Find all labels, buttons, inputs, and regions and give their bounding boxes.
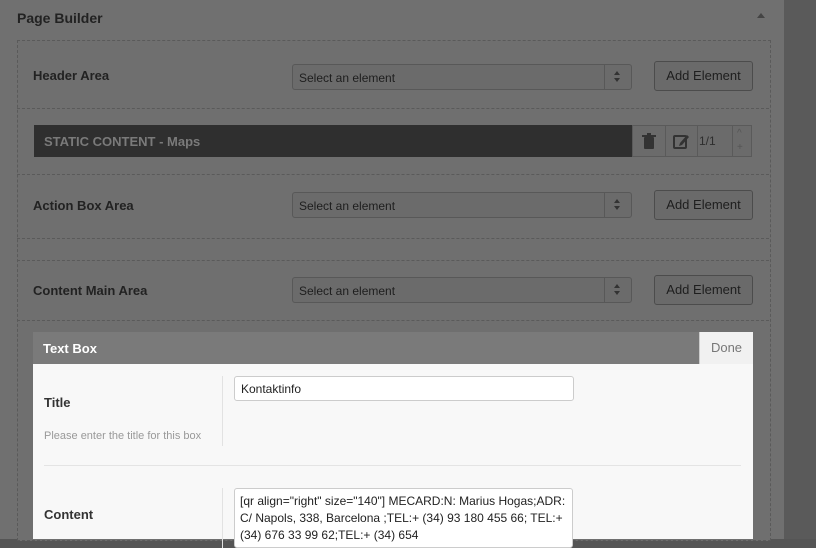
field-divider bbox=[222, 488, 223, 548]
field-divider bbox=[222, 376, 223, 446]
content-textarea[interactable]: [qr align="right" size="140"] MECARD:N: … bbox=[234, 488, 573, 548]
header-area-select[interactable]: Select an element bbox=[292, 64, 632, 90]
modal-header: Text Box Done bbox=[33, 332, 753, 364]
header-area-select-value: Select an element bbox=[299, 71, 396, 85]
section-divider bbox=[44, 465, 741, 466]
title-input[interactable]: Kontaktinfo bbox=[234, 376, 574, 401]
empty-area-row bbox=[17, 238, 769, 261]
modal-title: Text Box bbox=[43, 341, 97, 356]
done-button[interactable]: Done bbox=[699, 332, 753, 364]
content-main-area-label: Content Main Area bbox=[33, 283, 148, 298]
header-area-row: Header Area Select an element Add Elemen… bbox=[17, 40, 769, 109]
content-main-area-row: Content Main Area Select an element Add … bbox=[17, 260, 769, 321]
title-field-description: Please enter the title for this box bbox=[44, 430, 202, 442]
right-scroll-strip bbox=[784, 0, 816, 539]
header-area-add-button[interactable]: Add Element bbox=[654, 61, 753, 91]
action-box-area-label: Action Box Area bbox=[33, 198, 134, 213]
page-builder-title: Page Builder bbox=[17, 10, 103, 26]
content-main-area-add-button[interactable]: Add Element bbox=[654, 275, 753, 305]
header-area-label: Header Area bbox=[33, 68, 110, 83]
action-box-area-select-value: Select an element bbox=[299, 199, 396, 213]
content-field-label: Content bbox=[44, 507, 94, 522]
static-content-row bbox=[17, 108, 769, 175]
chevron-updown-icon bbox=[604, 193, 631, 217]
title-field-label: Title bbox=[44, 395, 71, 410]
action-box-area-row: Action Box Area Select an element Add El… bbox=[17, 174, 769, 239]
content-main-area-select-value: Select an element bbox=[299, 284, 396, 298]
collapse-icon[interactable] bbox=[757, 13, 765, 18]
action-box-area-add-button[interactable]: Add Element bbox=[654, 190, 753, 220]
text-box-modal: Text Box Done Title Please enter the tit… bbox=[33, 332, 753, 548]
chevron-updown-icon bbox=[604, 65, 631, 89]
action-box-area-select[interactable]: Select an element bbox=[292, 192, 632, 218]
content-main-area-select[interactable]: Select an element bbox=[292, 277, 632, 303]
chevron-updown-icon bbox=[604, 278, 631, 302]
